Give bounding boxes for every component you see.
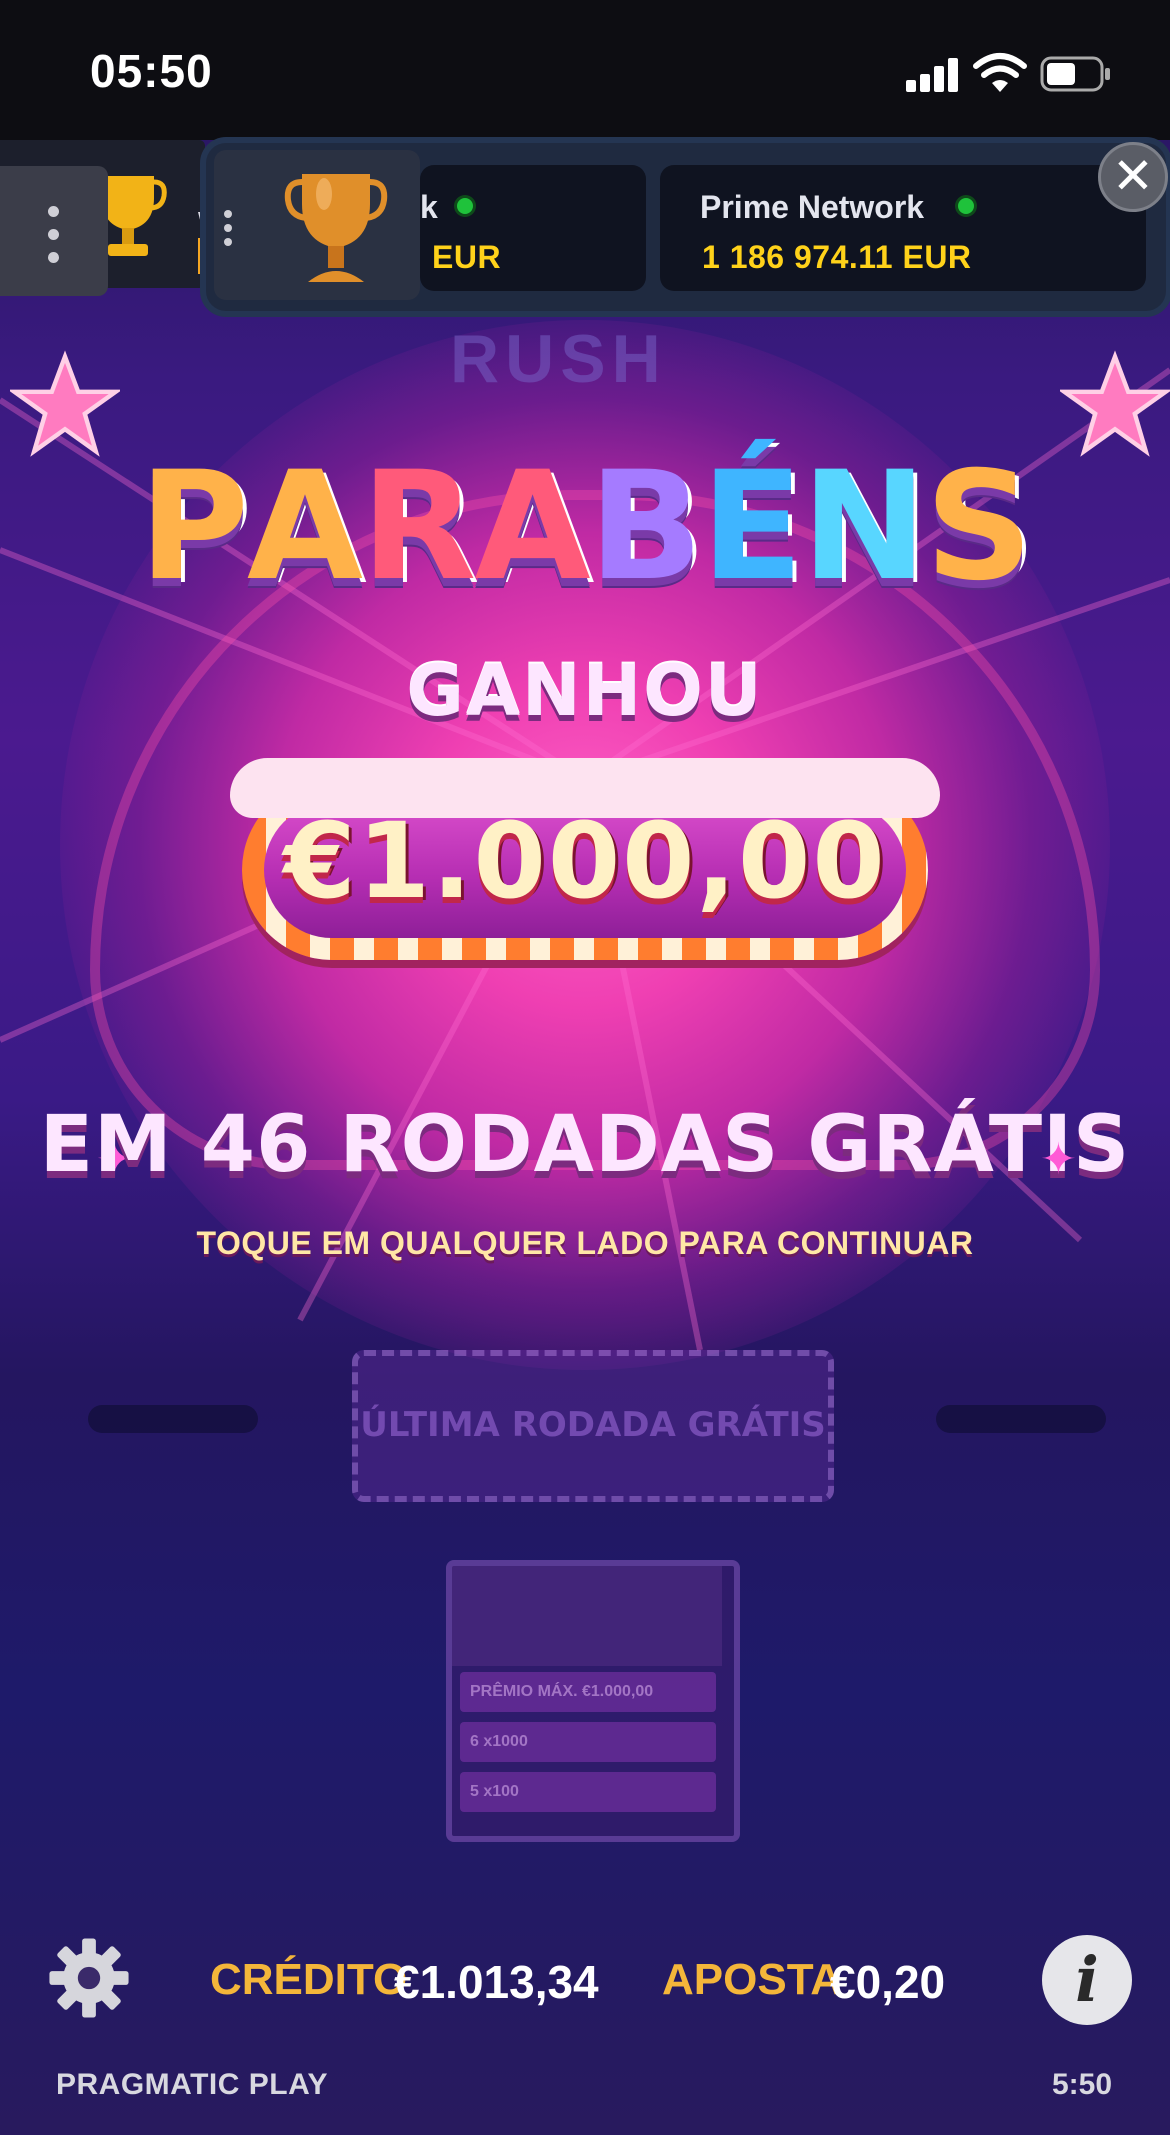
drag-handle-icon	[48, 206, 60, 275]
jackpot-card-value: 1 186 974.11 EUR	[702, 239, 972, 275]
free-spins-label: EM 46 RODADAS GRÁTIS	[39, 1100, 1131, 1190]
status-time: 05:50	[90, 45, 213, 97]
jackpot-card-1[interactable]: k EUR	[420, 165, 646, 291]
online-indicator	[958, 198, 974, 214]
congrats-title-letter: A	[474, 440, 591, 614]
paytable-row: PRÊMIO MÁX. €1.000,00	[460, 1672, 716, 1712]
bet-label: APOSTA	[662, 1955, 843, 2004]
info-icon[interactable]: i	[1042, 1935, 1132, 2025]
gear-icon[interactable]	[46, 1935, 132, 2021]
online-indicator	[457, 198, 473, 214]
left-jackpot-value-stub	[198, 238, 206, 274]
drag-handle-icon	[224, 210, 236, 258]
congrats-title: PARABÉNS	[0, 440, 1170, 614]
win-amount: €1.000,00	[283, 800, 887, 922]
jackpot-card-title: k	[420, 189, 438, 225]
congrats-title-letter: B	[588, 440, 703, 614]
battery-icon	[1040, 56, 1110, 92]
won-label: GANHOU	[406, 650, 764, 732]
widget-menu-handle[interactable]	[0, 166, 108, 296]
reel-slot-left	[88, 1405, 258, 1433]
congrats-title-letter: R	[361, 440, 477, 614]
congrats-title-letter: É	[700, 440, 803, 614]
close-icon[interactable]: ✕	[1098, 142, 1168, 212]
paytable-row: 5 x100	[460, 1772, 716, 1812]
last-spin-label: ÚLTIMA RODADA GRÁTIS	[360, 1405, 826, 1445]
paytable-panel: PRÊMIO MÁX. €1.000,00 6 x1000 5 x100	[446, 1560, 740, 1842]
credit-label: CRÉDITO	[210, 1955, 408, 2004]
reel-slot-right	[936, 1405, 1106, 1433]
congrats-title-letter: S	[924, 440, 1033, 614]
game-logo: RUSH	[450, 321, 667, 397]
provider-label: PRAGMATIC PLAY	[56, 2068, 329, 2101]
congrats-title-letter: N	[801, 440, 927, 614]
congrats-title-letter: A	[246, 440, 363, 614]
game-clock: 5:50	[1052, 2068, 1113, 2101]
credit-value: €1.013,34	[394, 1956, 599, 2008]
status-bar: 05:50	[0, 0, 1170, 140]
continue-hint[interactable]: TOQUE EM QUALQUER LADO PARA CONTINUAR	[0, 1225, 1170, 1262]
trophy-icon	[284, 174, 388, 282]
jackpot-card-2[interactable]: Prime Network 1 186 974.11 EUR	[660, 165, 1146, 291]
sparkle-icon: ✦	[1040, 1134, 1077, 1185]
congrats-title-letter: P	[138, 440, 249, 614]
signal-icon	[906, 58, 958, 92]
wifi-icon	[973, 53, 1027, 92]
paytable-row: 6 x1000	[460, 1722, 716, 1762]
game-canvas[interactable]: RUSH PARABÉNS GANHOU €1.000,00 ✦ EM 46 R…	[0, 140, 1170, 2135]
jackpot-card-title: Prime Network	[700, 189, 925, 225]
bet-value[interactable]: €0,20	[830, 1955, 945, 2009]
jackpot-card-value: EUR	[432, 239, 502, 275]
